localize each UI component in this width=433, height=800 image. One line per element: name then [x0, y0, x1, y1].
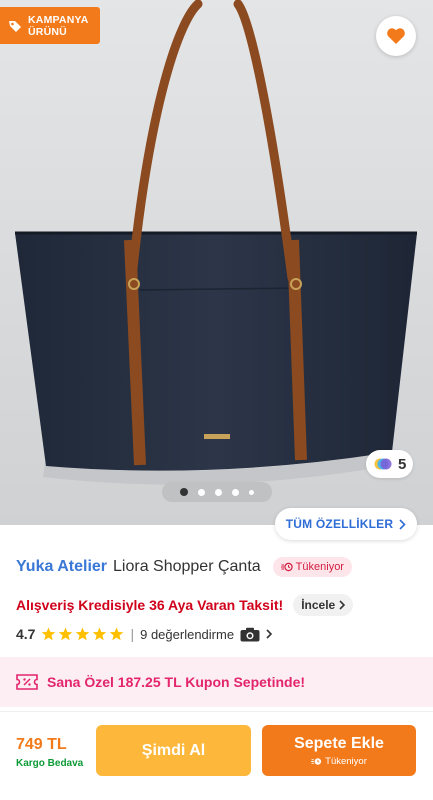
campaign-badge: KAMPANYA ÜRÜNÜ [0, 7, 100, 44]
color-variants-button[interactable]: 5 [366, 450, 413, 478]
gallery-dot-active[interactable] [180, 488, 188, 496]
add-to-cart-stock: Tükeniyor [311, 756, 367, 767]
buy-now-label: Şimdi Al [141, 741, 206, 759]
coupon-text: Sana Özel 187.25 TL Kupon Sepetinde! [47, 674, 306, 690]
rating-separator: | [130, 626, 135, 642]
brand-link[interactable]: Yuka Atelier [16, 558, 107, 576]
add-to-cart-button[interactable]: Sepete Ekle Tükeniyor [262, 725, 416, 776]
inspect-label: İncele [301, 598, 336, 612]
star-icon [76, 627, 90, 641]
stock-status-badge: Tükeniyor [272, 557, 352, 577]
timer-icon [311, 757, 322, 765]
review-count: 9 değerlendirme [140, 626, 235, 642]
buy-now-button[interactable]: Şimdi Al [96, 725, 251, 776]
inspect-button[interactable]: İncele [293, 594, 354, 616]
free-shipping-label: Kargo Bedava [16, 758, 84, 769]
product-name: Liora Shopper Çanta [113, 558, 261, 575]
campaign-badge-line1: KAMPANYA [28, 13, 89, 26]
favorite-button[interactable] [376, 16, 416, 56]
gallery-dot[interactable] [215, 488, 222, 496]
chevron-right-icon [399, 518, 406, 530]
heart-icon [387, 28, 405, 44]
add-to-cart-label: Sepete Ekle [294, 734, 384, 752]
star-icon [110, 627, 124, 641]
rating-row[interactable]: 4.7 | 9 değerlendirme [16, 624, 273, 644]
campaign-badge-line2: ÜRÜNÜ [28, 25, 67, 38]
rating-value: 4.7 [16, 626, 36, 642]
credit-installment-text: Alışveriş Kredisiyle 36 Aya Varan Taksit… [16, 597, 284, 613]
chevron-right-icon [339, 600, 346, 610]
star-icon [42, 627, 56, 641]
product-title-row: Yuka Atelier Liora Shopper Çanta Tükeniy… [16, 557, 352, 577]
coupon-icon [16, 674, 38, 690]
color-variants-icon [374, 458, 392, 470]
stock-status-text: Tükeniyor [295, 561, 344, 573]
bottom-action-bar: 749 TL Kargo Bedava Şimdi Al Sepete Ekle… [0, 711, 433, 800]
all-features-button[interactable]: TÜM ÖZELLİKLER [275, 508, 417, 540]
credit-row: Alışveriş Kredisiyle 36 Aya Varan Taksit… [16, 594, 354, 616]
color-count: 5 [398, 455, 407, 473]
rating-stars [41, 627, 124, 641]
gallery-dot[interactable] [232, 488, 239, 496]
coupon-banner[interactable]: Sana Özel 187.25 TL Kupon Sepetinde! [0, 657, 433, 707]
camera-icon [240, 627, 260, 641]
star-icon [59, 627, 73, 641]
add-to-cart-sub-label: Tükeniyor [325, 755, 367, 767]
gallery-dot[interactable] [198, 488, 205, 496]
timer-icon [280, 562, 293, 572]
star-icon [93, 627, 107, 641]
product-image-gallery[interactable]: KAMPANYA ÜRÜNÜ 5 [0, 0, 433, 525]
product-image [0, 0, 433, 525]
all-features-label: TÜM ÖZELLİKLER [285, 517, 394, 531]
chevron-right-icon [266, 629, 273, 639]
product-price: 749 TL [16, 736, 67, 753]
gallery-dot[interactable] [249, 489, 254, 495]
tag-icon [9, 20, 21, 32]
gallery-pagination[interactable] [162, 482, 272, 502]
